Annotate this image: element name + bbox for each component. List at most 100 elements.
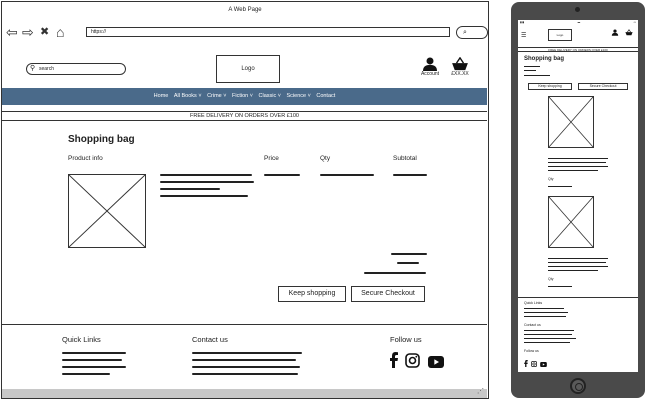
- mobile-basket-link[interactable]: [625, 29, 633, 37]
- camera-icon: [575, 7, 580, 12]
- mobile-text-line: [548, 170, 598, 171]
- product-description-line: [160, 174, 252, 176]
- column-subtotal: Subtotal: [393, 155, 417, 162]
- search-placeholder: search: [39, 66, 55, 72]
- site-search-input[interactable]: ⚲ search: [26, 63, 126, 75]
- mobile-text-line: [524, 312, 568, 313]
- product-description-line: [160, 188, 220, 190]
- footer-link[interactable]: [62, 373, 110, 375]
- mobile-text-line: [524, 316, 566, 317]
- mobile-logo[interactable]: Logo: [548, 29, 572, 41]
- footer-link[interactable]: [62, 366, 126, 368]
- basket-icon: [452, 57, 468, 71]
- forward-icon[interactable]: ⇨: [22, 24, 34, 40]
- facebook-icon[interactable]: [390, 352, 398, 368]
- stop-icon[interactable]: ✖: [40, 24, 49, 40]
- mobile-text-line: [548, 166, 608, 167]
- youtube-icon[interactable]: [427, 356, 444, 368]
- back-icon[interactable]: ⇦: [6, 24, 18, 40]
- nav-item-science[interactable]: Science ˅: [287, 93, 311, 99]
- url-bar[interactable]: https://: [86, 27, 450, 37]
- secure-checkout-button[interactable]: Secure Checkout: [351, 286, 425, 302]
- basket-link[interactable]: £XX.XX: [448, 57, 472, 77]
- instagram-icon[interactable]: [405, 353, 421, 368]
- account-link[interactable]: Account: [417, 57, 443, 77]
- mobile-keep-shopping-button[interactable]: Keep shopping: [528, 83, 572, 90]
- main-navigation: Home All Books ˅ Crime ˅ Fiction ˅ Class…: [2, 88, 487, 105]
- social-links: [390, 352, 444, 373]
- mobile-quick-links-heading: Quick Links: [524, 301, 543, 305]
- footer-quick-links-heading: Quick Links: [62, 335, 101, 344]
- nav-item-crime[interactable]: Crime ˅: [207, 93, 226, 99]
- delivery-banner: FREE DELIVERY ON ORDERS OVER £100: [2, 111, 487, 121]
- mobile-product-image-placeholder: [548, 96, 594, 148]
- mobile-text-line: [524, 338, 576, 339]
- mobile-delivery-banner: FREE DELIVERY ON ORDERS OVER £100: [518, 47, 638, 52]
- nav-item-classic[interactable]: Classic ˅: [259, 93, 281, 99]
- mobile-text-line: [524, 334, 572, 335]
- mobile-text-line: [524, 342, 570, 343]
- mobile-text-line: [524, 70, 536, 71]
- totals-line: [397, 262, 419, 264]
- nav-item-home[interactable]: Home: [154, 93, 169, 99]
- column-product-info: Product info: [68, 155, 103, 162]
- nav-item-fiction[interactable]: Fiction ˅: [232, 93, 253, 99]
- home-button-icon[interactable]: [570, 378, 586, 394]
- mobile-status-bar: ▮▮▮ ▬ ▭: [520, 21, 636, 24]
- nav-item-contact[interactable]: Contact: [316, 93, 335, 99]
- mobile-social-links: [524, 360, 547, 369]
- mobile-text-line: [548, 286, 572, 287]
- product-subtotal: [393, 174, 427, 176]
- search-icon: ⚲: [30, 65, 36, 72]
- resize-grip-icon[interactable]: ⋰: [477, 387, 484, 395]
- column-qty: Qty: [320, 155, 331, 162]
- menu-icon[interactable]: ☰: [521, 32, 526, 39]
- mobile-screen: ▮▮▮ ▬ ▭ ☰ Logo FREE DELIVERY ON ORDERS OVE…: [518, 20, 638, 372]
- nav-item-all-books[interactable]: All Books ˅: [174, 93, 202, 99]
- instagram-icon[interactable]: [530, 361, 537, 367]
- home-icon[interactable]: ⌂: [56, 24, 64, 40]
- mobile-device-frame: ▮▮▮ ▬ ▭ ☰ Logo FREE DELIVERY ON ORDERS OVE…: [511, 2, 645, 398]
- keep-shopping-button[interactable]: Keep shopping: [278, 286, 346, 302]
- facebook-icon[interactable]: [524, 360, 528, 367]
- product-image-placeholder: [68, 174, 146, 248]
- user-icon: [611, 29, 619, 36]
- desktop-browser-window: A Web Page ⇦ ⇨ ✖ ⌂ https:// ⌕ ⚲ search L…: [1, 1, 489, 399]
- mobile-text-line: [548, 258, 608, 259]
- basket-total: £XX.XX: [451, 71, 469, 77]
- mobile-secure-checkout-button[interactable]: Secure Checkout: [578, 83, 628, 90]
- product-price: [264, 174, 300, 176]
- site-header: ⚲ search Logo Account £XX.XX: [2, 42, 487, 87]
- youtube-icon[interactable]: [540, 362, 547, 367]
- mobile-qty-label: Qty: [548, 177, 554, 181]
- mobile-text-line: [524, 66, 540, 67]
- column-price: Price: [264, 155, 279, 162]
- site-logo[interactable]: Logo: [216, 55, 280, 83]
- mobile-text-line: [548, 262, 606, 263]
- mobile-follow-heading: Follow us: [524, 349, 539, 353]
- mobile-product-image-placeholder: [548, 196, 594, 248]
- mobile-text-line: [524, 75, 550, 76]
- product-description-line: [160, 181, 254, 183]
- footer-contact-heading: Contact us: [192, 335, 228, 344]
- totals-line: [391, 253, 427, 255]
- mobile-account-link[interactable]: [611, 29, 619, 37]
- mobile-text-line: [548, 162, 606, 163]
- mobile-page-title: Shopping bag: [524, 56, 564, 62]
- contact-text-line: [192, 359, 296, 361]
- mobile-text-line: [524, 308, 564, 309]
- browser-status-bar: ⋰: [2, 387, 487, 398]
- product-description-line: [160, 195, 248, 197]
- window-title: A Web Page: [228, 7, 262, 13]
- contact-text-line: [192, 352, 302, 354]
- mobile-qty-label: Qty: [548, 277, 554, 281]
- footer-link[interactable]: [62, 359, 122, 361]
- account-label: Account: [420, 71, 440, 77]
- mobile-text-line: [548, 266, 608, 267]
- browser-toolbar: ⇦ ⇨ ✖ ⌂ https:// ⌕: [6, 24, 488, 40]
- footer-link[interactable]: [62, 352, 126, 354]
- browser-search-icon[interactable]: ⌕: [456, 26, 488, 39]
- mobile-text-line: [548, 158, 608, 159]
- contact-text-line: [192, 366, 300, 368]
- product-qty[interactable]: [320, 174, 374, 176]
